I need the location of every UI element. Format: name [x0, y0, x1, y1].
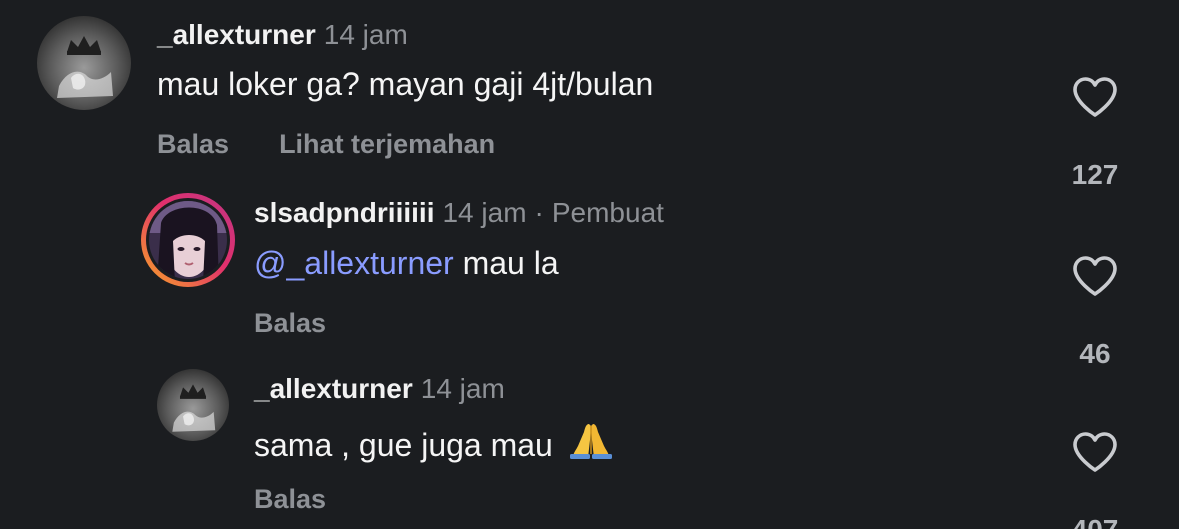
reply-button[interactable]: Balas — [254, 308, 326, 338]
avatar[interactable] — [157, 369, 229, 441]
folded-hands-emoji — [568, 420, 614, 469]
heart-icon — [1073, 77, 1117, 117]
timestamp: 14 jam — [420, 373, 505, 404]
comment-thread: _allexturner 14 jam mau loker ga? mayan g… — [0, 0, 1179, 529]
heart-icon — [1073, 432, 1117, 472]
comment-text: mau loker ga? mayan gaji 4jt/bulan — [157, 66, 654, 102]
comment-header: slsadpndriiiiii 14 jam · Pembuat — [254, 196, 664, 230]
avatar[interactable] — [37, 16, 131, 110]
comment-text: @_allexturner mau la — [254, 243, 559, 283]
like-count: 46 — [1079, 338, 1111, 369]
comment-actions: Balas — [254, 306, 326, 340]
comment-text: sama , gue juga mau — [254, 420, 614, 469]
separator-dot: · — [534, 197, 544, 228]
like-count: 407 — [1055, 513, 1135, 529]
timestamp: 14 jam — [323, 19, 408, 50]
like-button[interactable]: 407 — [1055, 431, 1135, 529]
reply-button[interactable]: Balas — [157, 129, 229, 159]
comment-text-content: sama , gue juga mau — [254, 427, 553, 463]
mention-link[interactable]: @_allexturner — [254, 245, 454, 281]
crown-avatar — [157, 369, 229, 441]
comment-header: _allexturner 14 jam — [157, 18, 408, 52]
profile-photo-avatar — [146, 198, 230, 282]
comment-actions: Balas Lihat terjemahan — [157, 127, 495, 161]
translate-button[interactable]: Lihat terjemahan — [279, 129, 495, 159]
username[interactable]: slsadpndriiiiii — [254, 197, 434, 228]
timestamp: 14 jam — [442, 197, 527, 228]
creator-label: Pembuat — [551, 197, 664, 228]
username[interactable]: _allexturner — [254, 373, 413, 404]
crown-avatar — [37, 16, 131, 110]
comment-header: _allexturner 14 jam — [254, 372, 505, 406]
reply-button[interactable]: Balas — [254, 484, 326, 514]
like-count: 127 — [1071, 159, 1119, 190]
username[interactable]: _allexturner — [157, 19, 316, 50]
avatar[interactable] — [141, 193, 235, 287]
like-button[interactable]: 127 — [1055, 76, 1135, 192]
like-button[interactable]: 46 — [1055, 255, 1135, 371]
comment-text-content: mau la — [462, 245, 559, 281]
heart-icon — [1073, 256, 1117, 296]
comment-actions: Balas — [254, 482, 326, 516]
